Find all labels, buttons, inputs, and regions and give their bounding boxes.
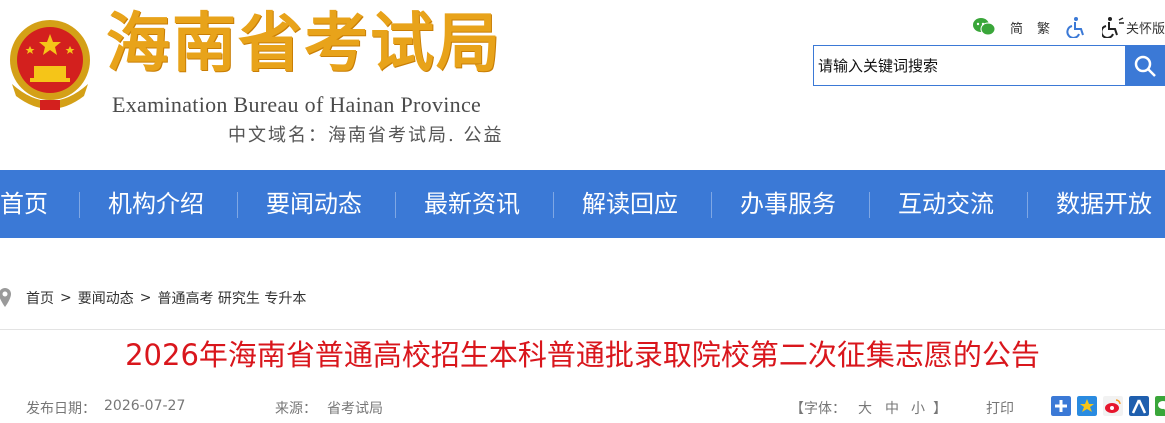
publish-date: 2026-07-27 <box>104 398 186 414</box>
article-title: 2026年海南省普通高校招生本科普通批录取院校第二次征集志愿的公告 <box>125 338 1040 372</box>
site-subtitle-en: Examination Bureau of Hainan Province <box>112 92 482 117</box>
publish-date-label: 发布日期： <box>26 401 96 417</box>
breadcrumb-separator: > <box>60 290 72 306</box>
wechat-button[interactable] <box>972 16 996 38</box>
nav-item-interpretation[interactable]: 解读回应 <box>554 170 712 238</box>
nav-item-about[interactable]: 机构介绍 <box>80 170 238 238</box>
national-emblem-icon <box>10 20 90 110</box>
breadcrumb-separator: > <box>139 290 152 306</box>
print-button[interactable]: 打印 <box>986 398 1014 418</box>
breadcrumb-section[interactable]: 要闻动态 <box>78 288 134 308</box>
font-size-close: 】 <box>933 401 947 417</box>
share-weibo-icon[interactable] <box>1103 396 1123 416</box>
accessibility-button[interactable] <box>1064 16 1088 38</box>
wechat-icon <box>972 18 996 36</box>
care-mode-label: 关怀版 <box>1125 21 1165 37</box>
font-medium-button[interactable]: 中 <box>885 398 899 418</box>
search-icon <box>1134 55 1156 77</box>
simplified-chinese-link[interactable]: 简 <box>1010 18 1023 37</box>
site-header: 海南省考试局 Examination Bureau of Hainan Prov… <box>0 0 1165 170</box>
font-small-button[interactable]: 小 <box>911 398 925 418</box>
search-input[interactable] <box>813 45 1126 86</box>
search-bar <box>813 45 1165 86</box>
nav-item-interaction[interactable]: 互动交流 <box>870 170 1028 238</box>
care-mode-icon <box>1101 17 1124 38</box>
share-wechat-icon[interactable] <box>1155 396 1165 416</box>
share-bar <box>1051 396 1165 416</box>
main-nav: 首页 机构介绍 要闻动态 最新资讯 解读回应 办事服务 互动交流 数据开放 <box>0 170 1165 238</box>
nav-item-open-data[interactable]: 数据开放 <box>1028 170 1165 238</box>
font-large-button[interactable]: 大 <box>858 398 872 418</box>
breadcrumb-sub[interactable]: 普通高考 研究生 专升本 <box>157 288 306 308</box>
nav-item-home[interactable]: 首页 <box>0 170 80 238</box>
divider <box>0 329 1165 330</box>
header-tools: 简 繁 关怀版 <box>958 14 1165 40</box>
breadcrumb: 首页 > 要闻动态 > 普通高考 研究生 专升本 <box>0 280 1165 316</box>
font-size-label: 【字体： <box>790 401 846 417</box>
nav-item-services[interactable]: 办事服务 <box>712 170 870 238</box>
site-title: 海南省考试局 <box>106 7 502 81</box>
article-meta: 发布日期： 2026-07-27 来源： 省考试局 【字体： 大 中 小 】 打… <box>0 394 1165 420</box>
care-mode-button[interactable]: 关怀版 <box>1101 16 1165 38</box>
site-domain-label: 中文域名：海南省考试局. 公益 <box>228 125 504 146</box>
search-button[interactable] <box>1125 45 1165 86</box>
share-qzone-icon[interactable] <box>1077 396 1097 416</box>
source-label: 来源： <box>275 401 317 417</box>
share-renren-icon[interactable] <box>1129 396 1149 416</box>
share-more-icon[interactable] <box>1051 396 1071 416</box>
location-pin-icon <box>0 288 11 307</box>
source-value: 省考试局 <box>327 401 383 417</box>
nav-item-news[interactable]: 要闻动态 <box>238 170 396 238</box>
breadcrumb-home[interactable]: 首页 <box>26 288 54 308</box>
nav-item-latest[interactable]: 最新资讯 <box>396 170 554 238</box>
wheelchair-icon <box>1066 17 1084 38</box>
traditional-chinese-link[interactable]: 繁 <box>1037 18 1050 37</box>
